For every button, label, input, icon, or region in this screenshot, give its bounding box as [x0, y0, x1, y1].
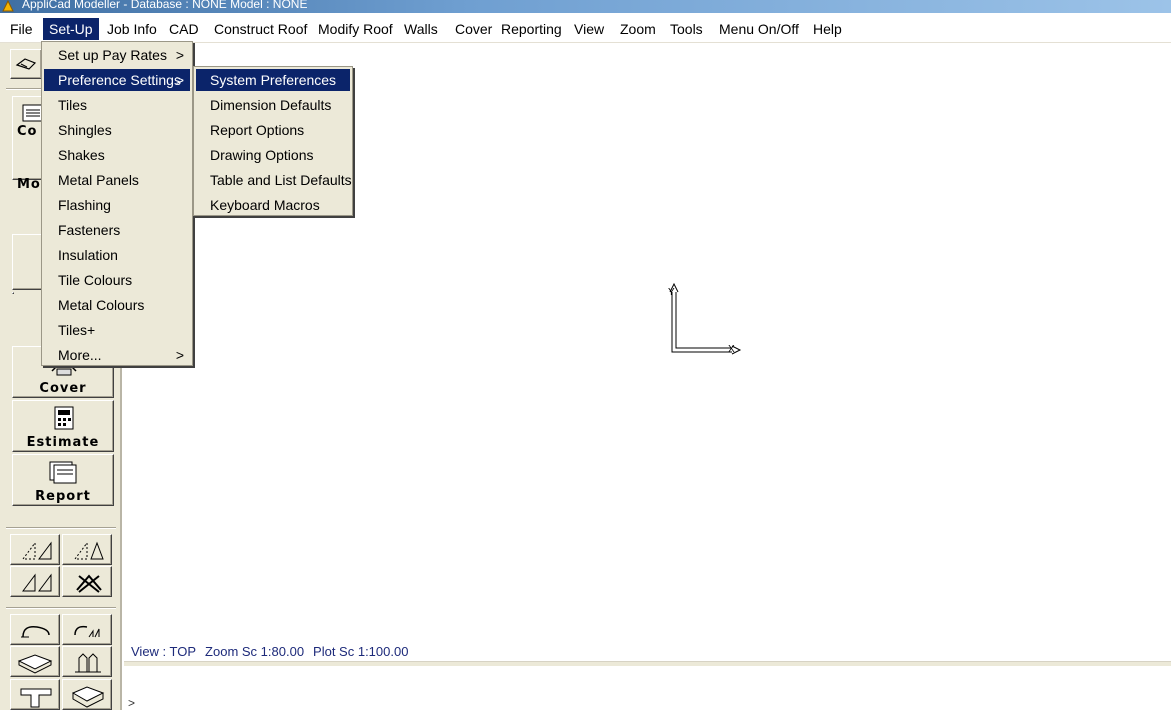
menu-item-more[interactable]: More... > — [44, 344, 190, 366]
menu-item-preference-settings[interactable]: Preference Settings > — [44, 69, 190, 91]
estimate-label: Estimate — [26, 435, 100, 450]
menu-tools[interactable]: Tools — [664, 18, 709, 40]
delete-shape-tool[interactable] — [62, 566, 112, 597]
menu-item-tiles[interactable]: Tiles — [44, 94, 190, 116]
window-title: AppliCad Modeller - Database : NONE Mode… — [22, 0, 308, 11]
delete-icon — [76, 574, 102, 593]
menu-modify-roof[interactable]: Modify Roof — [312, 18, 399, 40]
menu-item-tiles-plus[interactable]: Tiles+ — [44, 319, 190, 341]
setup-menu: Set up Pay Rates > Preference Settings > T… — [41, 41, 193, 366]
curved-roof-icon — [74, 625, 100, 638]
menu-item-shingles[interactable]: Shingles — [44, 119, 190, 141]
menu-cad[interactable]: CAD — [163, 18, 205, 40]
toolbar-separator — [6, 607, 116, 609]
axis-y-label: Y — [668, 287, 675, 298]
menu-bar: File Set-Up Job Info CAD Construct Roof … — [0, 13, 1171, 43]
arc-icon — [21, 625, 50, 638]
menu-job-info[interactable]: Job Info — [101, 18, 163, 40]
cad-tool-button[interactable] — [12, 292, 14, 294]
cover-label: Cover — [39, 381, 87, 396]
menu-help[interactable]: Help — [807, 18, 848, 40]
command-line[interactable]: > — [124, 666, 1171, 710]
menu-item-flashing[interactable]: Flashing — [44, 194, 190, 216]
report-icon — [49, 461, 77, 484]
t-shape-icon — [20, 688, 52, 708]
box-tool[interactable] — [62, 679, 112, 710]
box-icon — [71, 686, 105, 708]
estimate-tool-button[interactable]: Estimate — [12, 400, 114, 452]
triangle-peak-tool[interactable] — [62, 534, 112, 565]
slab-icon — [17, 654, 53, 674]
triangle-peak-icon — [74, 541, 104, 560]
report-label: Report — [35, 489, 91, 504]
menu-walls[interactable]: Walls — [398, 18, 444, 40]
menu-item-tile-colours[interactable]: Tile Colours — [44, 269, 190, 291]
curved-roof-tool[interactable] — [62, 614, 112, 645]
arc-tool[interactable] — [10, 614, 60, 645]
command-prompt: > — [128, 696, 136, 710]
t-shape-tool[interactable] — [10, 679, 60, 710]
pointer-tool-button[interactable] — [10, 49, 42, 79]
menu-item-table-list-defaults[interactable]: Table and List Defaults — [196, 169, 352, 191]
triangle-solid-tool[interactable] — [10, 566, 60, 597]
menu-setup[interactable]: Set-Up — [43, 18, 99, 40]
triangle-solid-icon — [22, 573, 52, 592]
menu-item-metal-colours[interactable]: Metal Colours — [44, 294, 190, 316]
app-icon — [2, 0, 14, 12]
axis-x-label: X — [728, 344, 735, 355]
menu-item-report-options[interactable]: Report Options — [196, 119, 350, 141]
status-view: View : TOP — [131, 644, 197, 659]
fence-icon — [75, 653, 101, 673]
toolbar-separator — [6, 527, 116, 529]
menu-construct-roof[interactable]: Construct Roof — [208, 18, 313, 40]
menu-item-system-preferences[interactable]: System Preferences — [196, 69, 350, 91]
triangle-icon — [22, 541, 52, 560]
menu-view[interactable]: View — [568, 18, 610, 40]
menu-item-drawing-options[interactable]: Drawing Options — [196, 144, 350, 166]
menu-item-metal-panels[interactable]: Metal Panels — [44, 169, 190, 191]
menu-item-pay-rates[interactable]: Set up Pay Rates > — [44, 44, 190, 66]
menu-file[interactable]: File — [4, 18, 39, 40]
status-zoom: Zoom Sc 1:80.00 — [205, 644, 305, 659]
status-plot: Plot Sc 1:100.00 — [313, 644, 409, 659]
menu-item-shakes[interactable]: Shakes — [44, 144, 190, 166]
fence-tool[interactable] — [62, 646, 112, 677]
menu-cover[interactable]: Cover — [449, 18, 498, 40]
menu-zoom[interactable]: Zoom — [614, 18, 662, 40]
menu-item-keyboard-macros[interactable]: Keyboard Macros — [196, 194, 350, 216]
calculator-icon — [54, 406, 74, 430]
preference-settings-submenu: System Preferences Dimension Defaults Re… — [193, 66, 353, 216]
slab-tool[interactable] — [10, 646, 60, 677]
axis-indicator-icon — [669, 282, 742, 355]
menu-item-insulation[interactable]: Insulation — [44, 244, 190, 266]
report-tool-button[interactable]: Report — [12, 454, 114, 506]
hand-icon — [15, 58, 37, 70]
menu-on-off[interactable]: Menu On/Off — [713, 18, 805, 40]
triangle-dotted-tool[interactable] — [10, 534, 60, 565]
menu-item-fasteners[interactable]: Fasteners — [44, 219, 190, 241]
menu-item-dimension-defaults[interactable]: Dimension Defaults — [196, 94, 350, 116]
menu-reporting[interactable]: Reporting — [495, 18, 568, 40]
status-bar: View : TOP Zoom Sc 1:80.00 Plot Sc 1:100.0… — [131, 644, 417, 659]
title-bar: AppliCad Modeller - Database : NONE Mode… — [0, 0, 1171, 13]
